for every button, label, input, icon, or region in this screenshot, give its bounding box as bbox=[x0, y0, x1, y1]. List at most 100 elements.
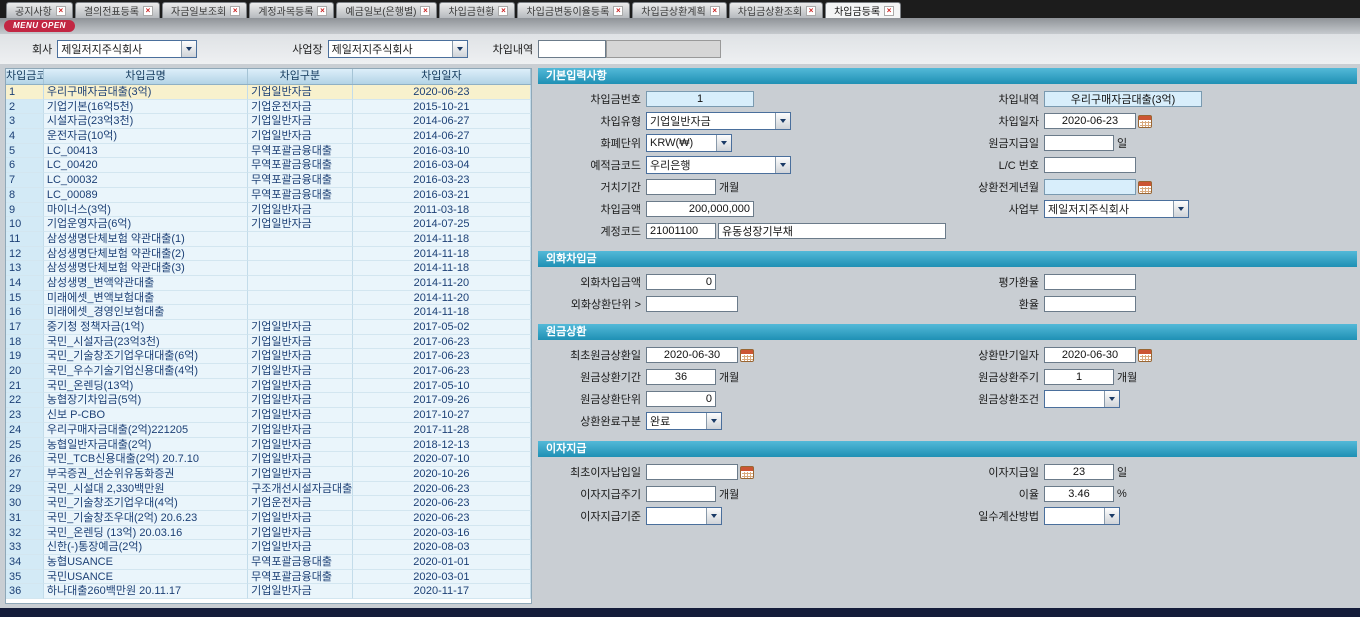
table-row[interactable]: 8 LC_00089 무역포괄금융대출 2016-03-21 bbox=[6, 188, 531, 203]
table-row[interactable]: 20 국민_우수기술기업신용대출(4억) 기업일반자금 2017-06-23 bbox=[6, 364, 531, 379]
table-row[interactable]: 35 국민USANCE 무역포괄금융대출 2020-03-01 bbox=[6, 570, 531, 585]
table-row[interactable]: 1 우리구매자금대출(3억) 기업일반자금 2020-06-23 bbox=[6, 85, 531, 100]
grid-header-name[interactable]: 차입금명 bbox=[44, 69, 248, 84]
repay-period-input[interactable] bbox=[646, 369, 716, 385]
table-row[interactable]: 14 삼성생명_변액약관대출 2014-11-20 bbox=[6, 276, 531, 291]
lc-no-input[interactable] bbox=[1044, 157, 1136, 173]
table-row[interactable]: 21 국민_온렌딩(13억) 기업일반자금 2017-05-10 bbox=[6, 379, 531, 394]
table-row[interactable]: 5 LC_00413 무역포괄금융대출 2016-03-10 bbox=[6, 144, 531, 159]
table-row[interactable]: 31 국민_기술창조우대(2억) 20.6.23 기업일반자금 2020-06-… bbox=[6, 511, 531, 526]
table-row[interactable]: 2 기업기본(16억5천) 기업운전자금 2015-10-21 bbox=[6, 100, 531, 115]
repay-complete-select[interactable]: 완료 bbox=[646, 412, 722, 430]
day-count-method-select[interactable] bbox=[1044, 507, 1120, 525]
table-row[interactable]: 25 농협일반자금대출(2억) 기업일반자금 2018-12-13 bbox=[6, 438, 531, 453]
table-row[interactable]: 33 신한(-)통장예금(2억) 기업일반자금 2020-08-03 bbox=[6, 540, 531, 555]
tab[interactable]: 예금일보(은행별) × bbox=[336, 2, 437, 18]
table-row[interactable]: 7 LC_00032 무역포괄금융대출 2016-03-23 bbox=[6, 173, 531, 188]
repay-unit-input[interactable] bbox=[646, 391, 716, 407]
grace-period-input[interactable] bbox=[646, 179, 716, 195]
tab-close-icon[interactable]: × bbox=[317, 6, 327, 16]
tab-close-icon[interactable]: × bbox=[806, 6, 816, 16]
tab[interactable]: 차입금현황 × bbox=[439, 2, 515, 18]
loan-desc-filter-input[interactable] bbox=[538, 40, 606, 58]
grid-header-code[interactable]: 차입금코드 bbox=[6, 69, 44, 84]
table-row[interactable]: 19 국민_기술창조기업우대대출(6억) 기업일반자금 2017-06-23 bbox=[6, 349, 531, 364]
table-row[interactable]: 16 미래에셋_경영인보험대출 2014-11-18 bbox=[6, 305, 531, 320]
first-interest-date-input[interactable] bbox=[646, 464, 738, 480]
account-code-input[interactable] bbox=[646, 223, 716, 239]
interest-pay-day-input[interactable] bbox=[1044, 464, 1114, 480]
tab[interactable]: 공지사항 × bbox=[6, 2, 73, 18]
loan-desc-input[interactable] bbox=[1044, 91, 1202, 107]
tab[interactable]: 계정과목등록 × bbox=[249, 2, 334, 18]
table-row[interactable]: 30 국민_기술창조기업우대(4억) 기업운전자금 2020-06-23 bbox=[6, 496, 531, 511]
interest-cycle-input[interactable] bbox=[646, 486, 716, 502]
repay-condition-select[interactable] bbox=[1044, 390, 1120, 408]
grid-header-date[interactable]: 차입일자 bbox=[353, 69, 531, 84]
loan-type-select[interactable]: 기업일반자금 bbox=[646, 112, 791, 130]
table-row[interactable]: 27 부국증권_선순위유동화증권 기업일반자금 2020-10-26 bbox=[6, 467, 531, 482]
repay-cycle-input[interactable] bbox=[1044, 369, 1114, 385]
table-row[interactable]: 17 중기청 정책자금(1억) 기업일반자금 2017-05-02 bbox=[6, 320, 531, 335]
table-row[interactable]: 18 국민_시설자금(23억3천) 기업일반자금 2017-06-23 bbox=[6, 335, 531, 350]
tab[interactable]: 차입금등록 × bbox=[825, 2, 901, 18]
loan-no-input[interactable] bbox=[646, 91, 754, 107]
first-repay-date-input[interactable] bbox=[646, 347, 738, 363]
table-row[interactable]: 29 국민_시설대 2,330백만원 구조개선시설자금대출 2020-06-23 bbox=[6, 482, 531, 497]
repay-cycle-label: 원금상환주기 bbox=[936, 369, 1044, 385]
tab-close-icon[interactable]: × bbox=[613, 6, 623, 16]
table-row[interactable]: 15 미래에셋_변액보험대출 2014-11-20 bbox=[6, 291, 531, 306]
table-row[interactable]: 12 삼성생명단체보험 약관대출(2) 2014-11-18 bbox=[6, 247, 531, 262]
menu-open-button[interactable]: MENU OPEN bbox=[4, 20, 75, 32]
table-row[interactable]: 6 LC_00420 무역포괄금융대출 2016-03-04 bbox=[6, 158, 531, 173]
table-row[interactable]: 4 운전자금(10억) 기업일반자금 2014-06-27 bbox=[6, 129, 531, 144]
calendar-icon[interactable] bbox=[740, 349, 754, 362]
tab[interactable]: 차입금변동이율등록 × bbox=[517, 2, 630, 18]
interest-rate-input[interactable] bbox=[1044, 486, 1114, 502]
table-row[interactable]: 11 삼성생명단체보험 약관대출(1) 2014-11-18 bbox=[6, 232, 531, 247]
company-select[interactable]: 제일저지주식회사 bbox=[57, 40, 197, 58]
tab[interactable]: 자금일보조회 × bbox=[162, 2, 247, 18]
tab-close-icon[interactable]: × bbox=[710, 6, 720, 16]
tab-close-icon[interactable]: × bbox=[143, 6, 153, 16]
fx-repay-unit-input[interactable] bbox=[646, 296, 738, 312]
deposit-code-select[interactable]: 우리은행 bbox=[646, 156, 791, 174]
division-select[interactable]: 제일저지주식회사 bbox=[1044, 200, 1189, 218]
grid-header-type[interactable]: 차입구분 bbox=[248, 69, 353, 84]
pre-repay-ym-input[interactable] bbox=[1044, 179, 1136, 195]
table-row[interactable]: 10 기업운영자금(6억) 기업일반자금 2014-07-25 bbox=[6, 217, 531, 232]
table-row[interactable]: 24 우리구매자금대출(2억)221205 기업일반자금 2017-11-28 bbox=[6, 423, 531, 438]
table-row[interactable]: 13 삼성생명단체보험 약관대출(3) 2014-11-18 bbox=[6, 261, 531, 276]
calendar-icon[interactable] bbox=[1138, 115, 1152, 128]
tab-close-icon[interactable]: × bbox=[498, 6, 508, 16]
account-name-input[interactable] bbox=[718, 223, 946, 239]
calendar-icon[interactable] bbox=[740, 466, 754, 479]
tab[interactable]: 결의전표등록 × bbox=[75, 2, 160, 18]
table-row[interactable]: 3 시설자금(23억3천) 기업일반자금 2014-06-27 bbox=[6, 114, 531, 129]
loan-amount-input[interactable] bbox=[646, 201, 754, 217]
fx-amount-input[interactable] bbox=[646, 274, 716, 290]
table-row[interactable]: 23 신보 P-CBO 기업일반자금 2017-10-27 bbox=[6, 408, 531, 423]
tab-close-icon[interactable]: × bbox=[56, 6, 66, 16]
interest-basis-select[interactable] bbox=[646, 507, 722, 525]
tab-close-icon[interactable]: × bbox=[884, 6, 894, 16]
tab[interactable]: 차입금상환조회 × bbox=[729, 2, 823, 18]
exchange-rate-input[interactable] bbox=[1044, 296, 1136, 312]
maturity-date-input[interactable] bbox=[1044, 347, 1136, 363]
loan-date-input[interactable] bbox=[1044, 113, 1136, 129]
table-row[interactable]: 26 국민_TCB신용대출(2억) 20.7.10 기업일반자금 2020-07… bbox=[6, 452, 531, 467]
table-row[interactable]: 36 하나대출260백만원 20.11.17 기업일반자금 2020-11-17 bbox=[6, 584, 531, 599]
table-row[interactable]: 22 농협장기차입금(5억) 기업일반자금 2017-09-26 bbox=[6, 393, 531, 408]
tab-close-icon[interactable]: × bbox=[420, 6, 430, 16]
calendar-icon[interactable] bbox=[1138, 181, 1152, 194]
calendar-icon[interactable] bbox=[1138, 349, 1152, 362]
eval-rate-input[interactable] bbox=[1044, 274, 1136, 290]
currency-select[interactable]: KRW(₩) bbox=[646, 134, 732, 152]
table-row[interactable]: 9 마이너스(3억) 기업일반자금 2011-03-18 bbox=[6, 203, 531, 218]
table-row[interactable]: 34 농협USANCE 무역포괄금융대출 2020-01-01 bbox=[6, 555, 531, 570]
principal-pay-day-input[interactable] bbox=[1044, 135, 1114, 151]
table-row[interactable]: 32 국민_온렌딩 (13억) 20.03.16 기업일반자금 2020-03-… bbox=[6, 526, 531, 541]
tab[interactable]: 차입금상환계획 × bbox=[632, 2, 726, 18]
site-select[interactable]: 제일저지주식회사 bbox=[328, 40, 468, 58]
tab-close-icon[interactable]: × bbox=[230, 6, 240, 16]
